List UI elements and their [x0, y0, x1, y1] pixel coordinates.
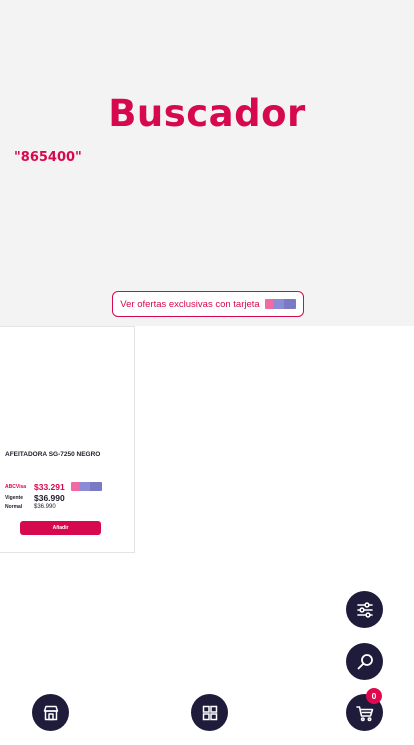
- vigente-price-value: $36.990: [34, 493, 65, 503]
- vigente-price-label: Vigente: [5, 495, 23, 501]
- normal-price-label: Normal: [5, 504, 23, 510]
- search-page: Buscador "865400" Ver ofertas exclusivas…: [0, 0, 414, 745]
- categories-button[interactable]: [191, 694, 228, 731]
- abc-price-label: ABCVisa: [5, 484, 27, 490]
- vigente-price-row: Vigente $36.990: [5, 493, 65, 503]
- filter-button[interactable]: [346, 591, 383, 628]
- store-icon: [43, 705, 58, 720]
- sliders-icon: [356, 601, 373, 618]
- search-icon: [357, 653, 373, 669]
- product-card[interactable]: AFEITADORA SG-7250 NEGRO ABCVisa $33.291…: [0, 326, 135, 553]
- cart-count-badge: 0: [366, 688, 382, 704]
- grid-icon: [202, 705, 217, 720]
- credit-card-logo-icon: [264, 299, 296, 309]
- exclusive-offers-button[interactable]: Ver ofertas exclusivas con tarjeta: [112, 291, 304, 317]
- search-header: Buscador "865400" Ver ofertas exclusivas…: [0, 0, 414, 326]
- normal-price-value: $36.990: [34, 504, 56, 510]
- abc-price-value: $33.291: [34, 482, 65, 492]
- page-title: Buscador: [108, 92, 306, 135]
- normal-price-row: Normal $36.990: [5, 504, 56, 510]
- cart-icon: [355, 705, 373, 721]
- product-name: AFEITADORA SG-7250 NEGRO: [5, 451, 101, 458]
- add-to-cart-button[interactable]: Añadir: [20, 521, 101, 535]
- credit-card-logo-icon: [71, 482, 102, 491]
- abc-price-row: ABCVisa $33.291: [5, 482, 65, 492]
- store-button[interactable]: [32, 694, 69, 731]
- search-query: "865400": [14, 150, 82, 165]
- search-button[interactable]: [346, 643, 383, 680]
- exclusive-offers-label: Ver ofertas exclusivas con tarjeta: [120, 298, 260, 310]
